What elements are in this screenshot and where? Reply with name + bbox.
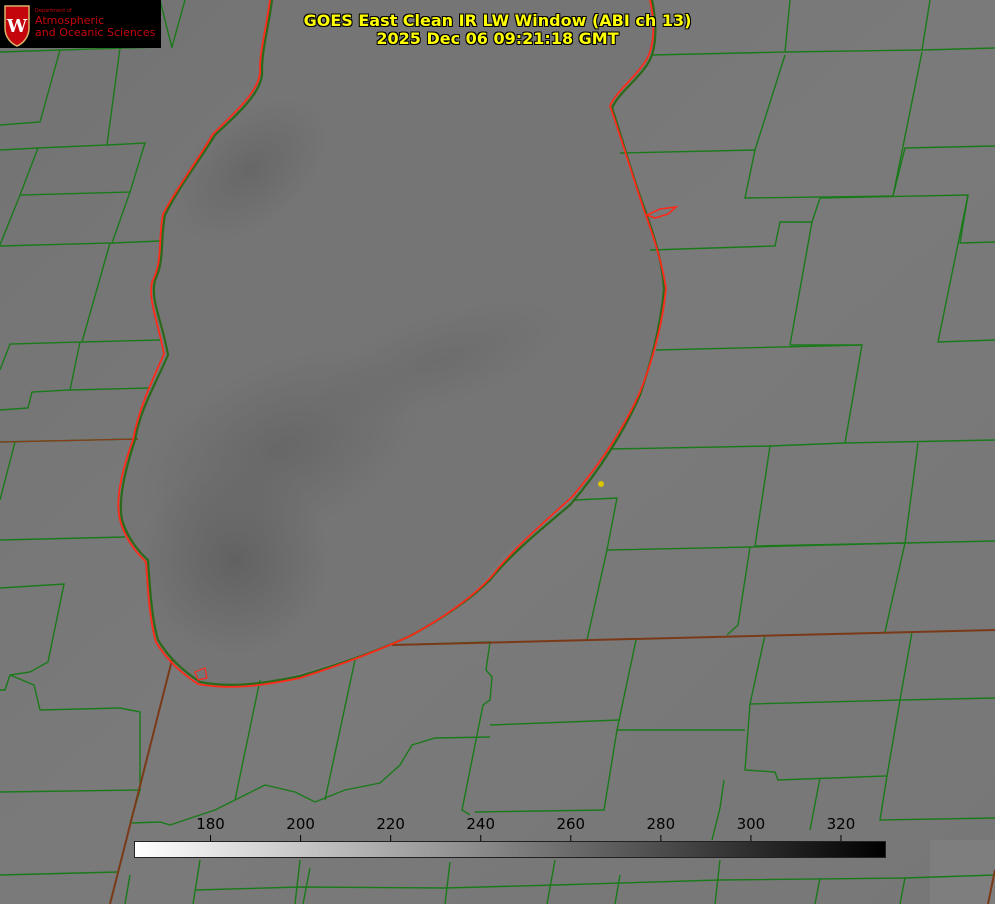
colorbar-tick-label: 180 <box>196 815 225 833</box>
colorbar-tick-label: 260 <box>556 815 586 833</box>
warm-patch <box>930 840 995 904</box>
image-title: GOES East Clean IR LW Window (ABI ch 13) <box>303 11 692 30</box>
colorbar-tick-label: 320 <box>826 815 856 833</box>
station-marker <box>598 481 604 487</box>
map-canvas <box>0 0 995 904</box>
colorbar-tick-label: 240 <box>466 815 496 833</box>
satellite-map: W Department of Atmospheric and Oceanic … <box>0 0 995 904</box>
colorbar-tick-label: 280 <box>646 815 676 833</box>
colorbar <box>134 841 886 858</box>
colorbar-tick-label: 220 <box>376 815 405 833</box>
colorbar-tick-label: 300 <box>736 815 766 833</box>
image-timestamp: 2025 Dec 06 09:21:18 GMT <box>376 29 619 48</box>
colorbar-tick-label: 200 <box>286 815 315 833</box>
